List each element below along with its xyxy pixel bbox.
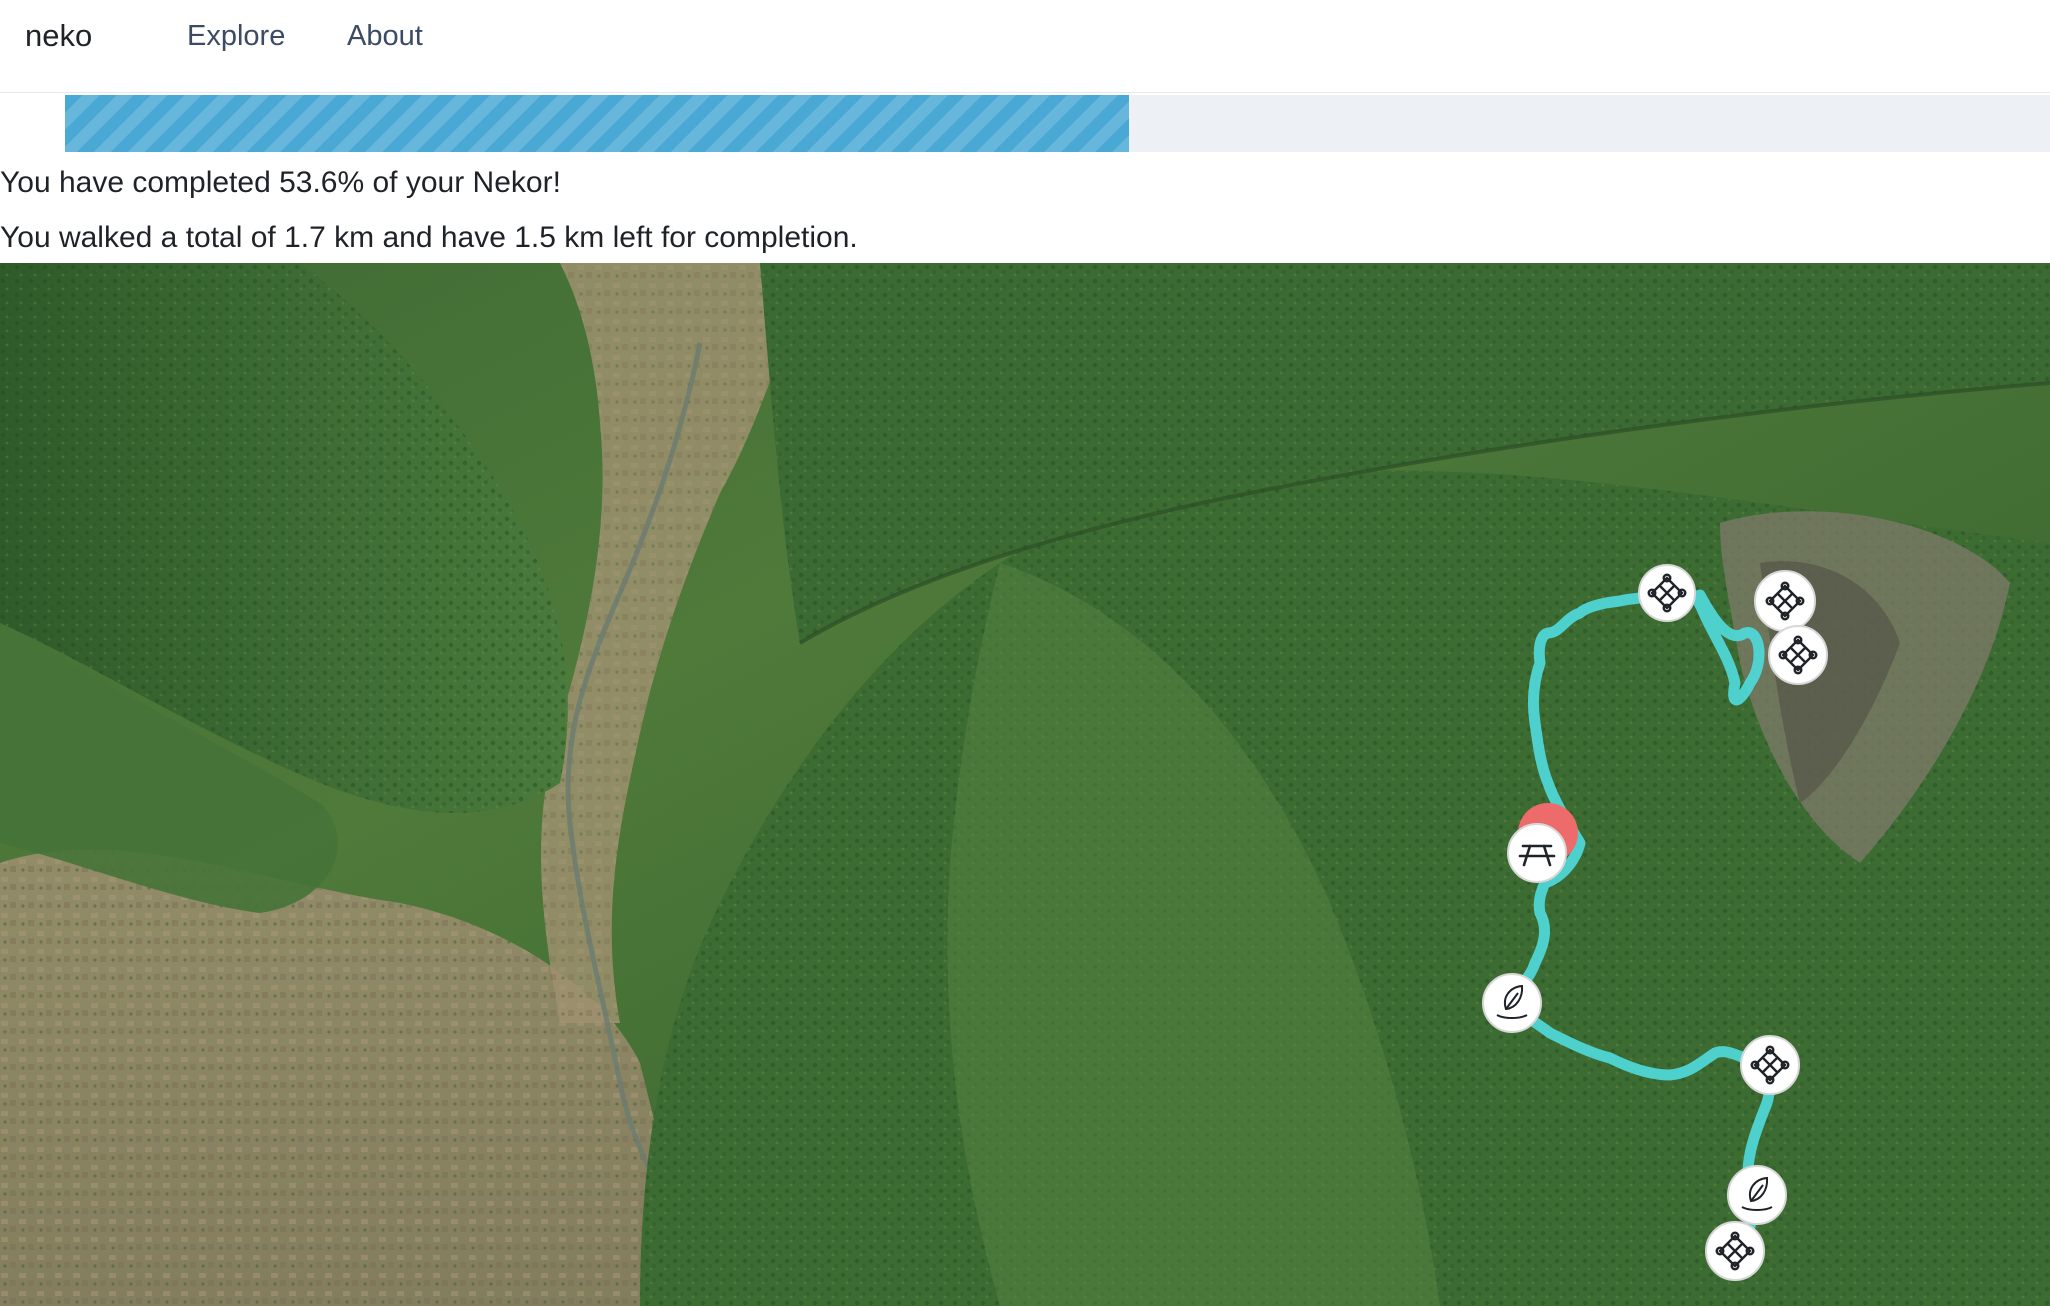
terrain-map[interactable] [0, 263, 2050, 1306]
progress-bar [65, 95, 2050, 152]
top-navbar: neko Explore About [0, 0, 2050, 93]
brand-link[interactable]: neko [25, 16, 92, 56]
terrain-map-canvas[interactable] [0, 263, 2050, 1306]
nav-link-explore[interactable]: Explore [187, 16, 285, 56]
map-marker-endless-knot[interactable] [1754, 570, 1816, 632]
map-marker-endless-knot[interactable] [1768, 625, 1828, 685]
map-marker-endless-knot[interactable] [1705, 1221, 1765, 1281]
distance-status-text: You walked a total of 1.7 km and have 1.… [0, 221, 858, 254]
map-marker-leaf-water[interactable] [1482, 973, 1542, 1033]
completion-status-text: You have completed 53.6% of your Nekor! [0, 166, 561, 199]
map-marker-endless-knot[interactable] [1638, 564, 1696, 622]
map-marker-leaf-water[interactable] [1727, 1165, 1787, 1225]
map-marker-picnic-table[interactable] [1507, 823, 1567, 883]
progress-bar-fill [65, 95, 1129, 152]
nav-link-about[interactable]: About [347, 16, 423, 56]
marker-background [1482, 973, 1542, 1033]
marker-background [1507, 823, 1567, 883]
marker-background [1727, 1165, 1787, 1225]
map-marker-endless-knot[interactable] [1740, 1035, 1800, 1095]
